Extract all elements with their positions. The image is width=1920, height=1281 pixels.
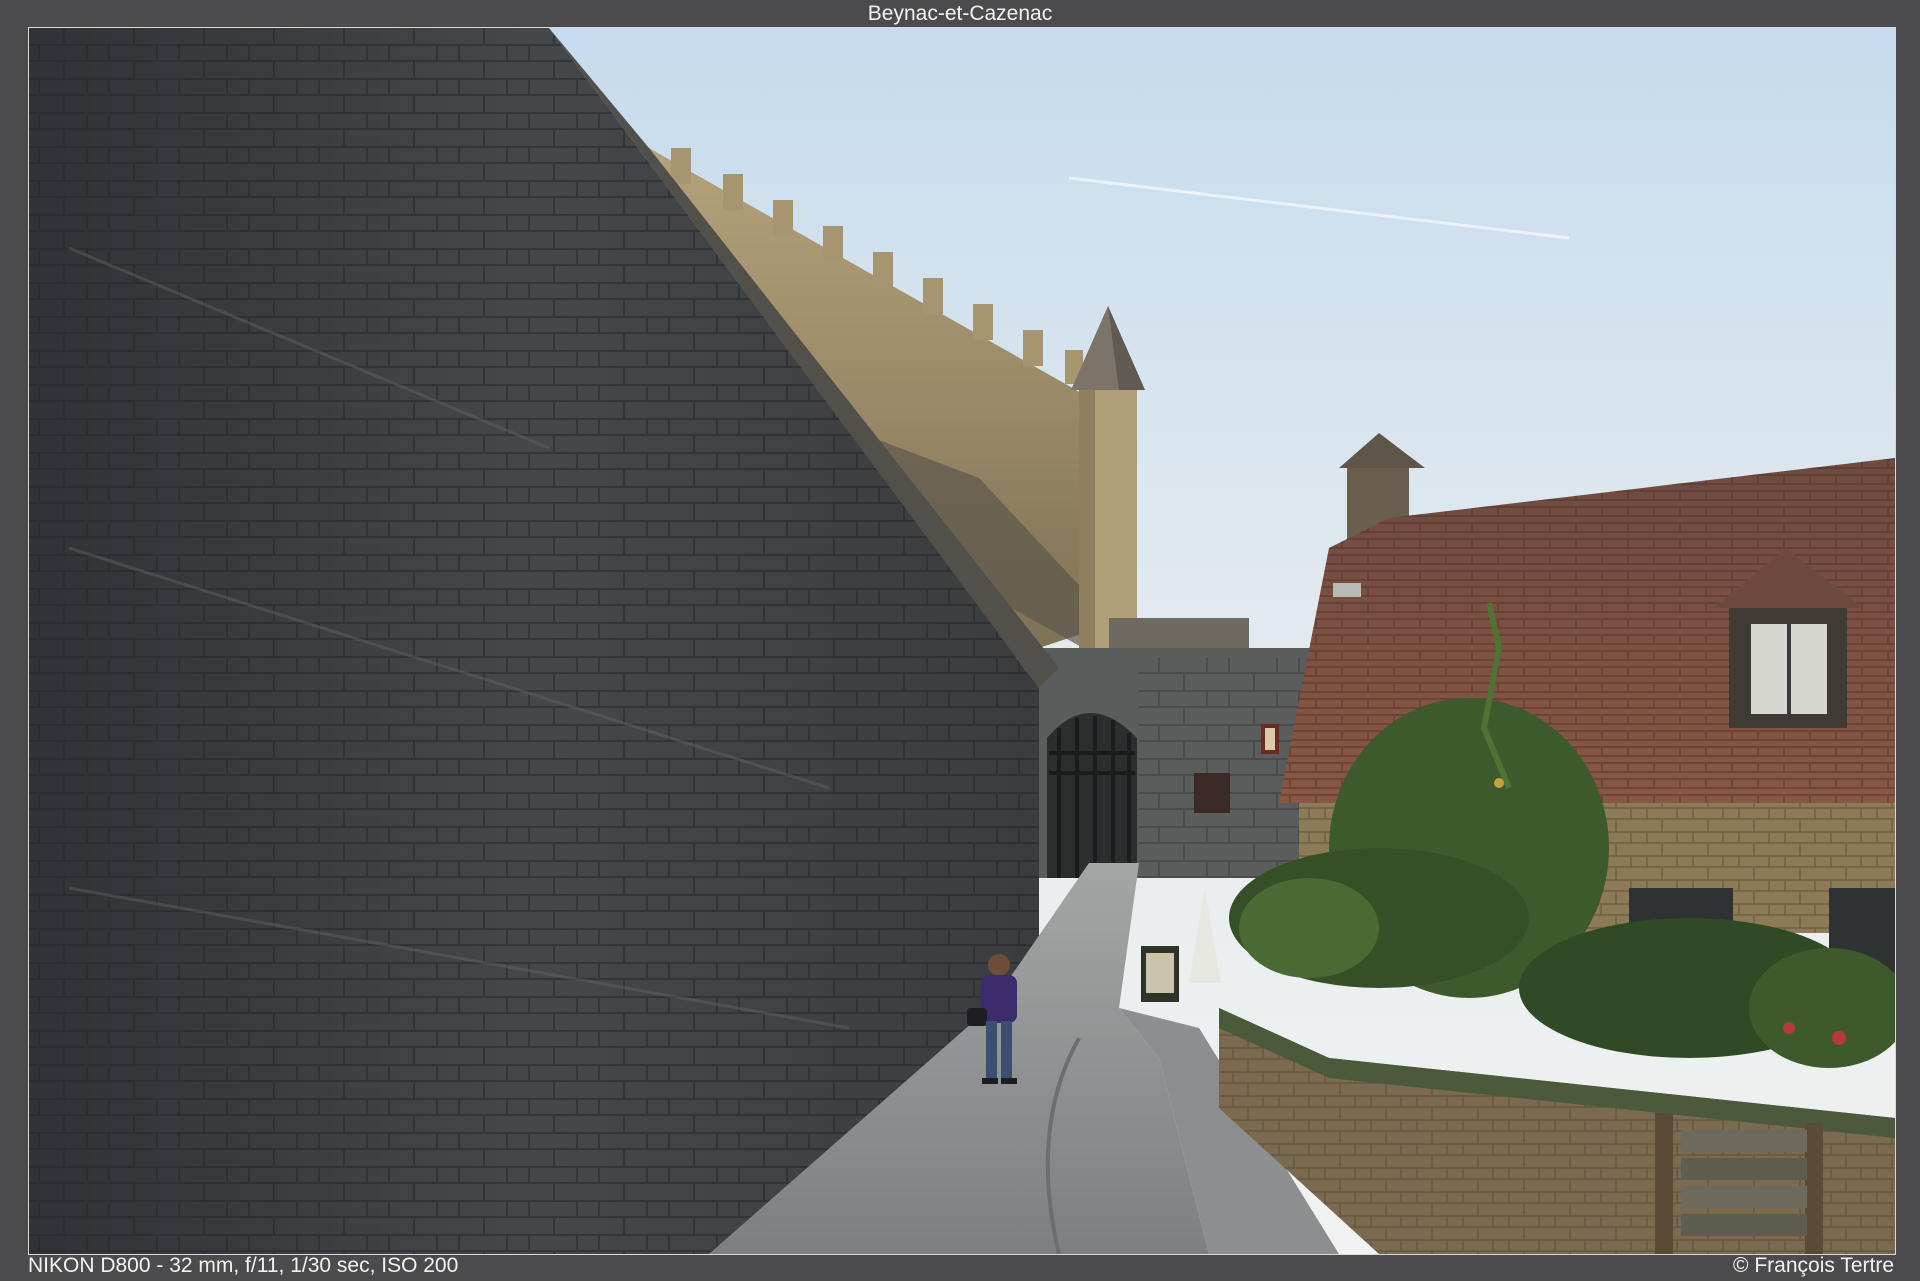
copyright-credit: © François Tertre — [1733, 1254, 1894, 1277]
photo-frame: Beynac-et-Cazenac NIKON D800 - 32 mm, f/… — [0, 0, 1920, 1281]
photograph — [28, 27, 1896, 1255]
exif-caption: NIKON D800 - 32 mm, f/11, 1/30 sec, ISO … — [28, 1254, 459, 1277]
wall-plaque — [1194, 773, 1230, 813]
photo-scene — [29, 28, 1895, 1254]
gatehouse — [1029, 648, 1329, 878]
lantern — [1261, 724, 1279, 754]
photo-title: Beynac-et-Cazenac — [867, 2, 1053, 25]
